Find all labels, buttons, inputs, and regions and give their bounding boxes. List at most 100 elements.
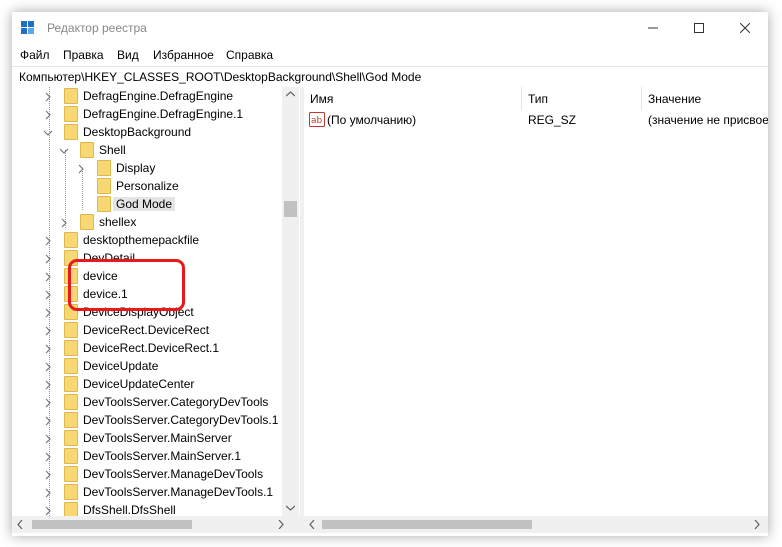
folder-icon [64,232,78,248]
scroll-up-icon[interactable] [286,91,295,97]
tree-vertical-scrollbar[interactable] [282,87,299,516]
tree-item[interactable]: DevToolsServer.ManageDevTools.1 [43,483,273,501]
registry-editor-window: Редактор реестра Файл Правка Вид Избранн… [12,12,768,536]
chevron-right-icon[interactable] [43,433,53,444]
tree-item[interactable]: DevToolsServer.CategoryDevTools [43,393,268,411]
tree-item[interactable]: DevToolsServer.ManageDevTools [43,465,263,483]
chevron-right-icon[interactable] [43,109,53,120]
tree-item[interactable]: DeviceRect.DeviceRect [43,321,209,339]
column-header-name[interactable]: Имя [304,87,522,111]
tree-item-label: desktopthemepackfile [83,233,200,247]
chevron-right-icon[interactable] [43,415,53,426]
regedit-icon [21,21,34,34]
folder-icon [64,412,78,428]
tree-item-label: Display [116,161,156,175]
tree-item[interactable]: DefragEngine.DefragEngine.1 [43,105,243,123]
tree-item[interactable]: DefragEngine.DefragEngine [43,87,233,105]
tree-item-label: DevToolsServer.CategoryDevTools [83,395,269,409]
chevron-right-icon[interactable] [43,451,53,462]
chevron-right-icon[interactable] [43,289,53,300]
folder-icon [64,124,78,140]
tree-item-label: shellex [99,215,137,229]
address-path[interactable]: Компьютер\HKEY_CLASSES_ROOT\DesktopBackg… [19,70,421,84]
column-header-type[interactable]: Тип [522,87,642,111]
chevron-right-icon[interactable] [43,271,53,282]
menu-file[interactable]: Файл [20,48,50,62]
column-header-data[interactable]: Значение [642,87,768,111]
tree-item[interactable]: DevToolsServer.MainServer [43,429,232,447]
tree-item[interactable]: God Mode [76,195,176,213]
tree-scroll-thumb[interactable] [284,201,297,217]
menu-favorites[interactable]: Избранное [153,48,214,62]
string-value-icon: ab [309,112,325,127]
chevron-right-icon[interactable] [43,235,53,246]
chevron-right-icon[interactable] [43,253,53,264]
value-name: (По умолчанию) [327,113,417,127]
tree-item[interactable]: DeviceUpdateCenter [43,375,194,393]
tree-item-label: DefragEngine.DefragEngine.1 [83,107,244,121]
values-horizontal-scrollbar[interactable] [304,516,768,533]
chevron-right-icon[interactable] [43,343,53,354]
tree-item[interactable]: desktopthemepackfile [43,231,199,249]
chevron-down-icon[interactable] [43,127,53,137]
close-button[interactable] [722,12,768,44]
tree-item-label: Shell [99,143,126,157]
address-bar[interactable]: Компьютер\HKEY_CLASSES_ROOT\DesktopBackg… [12,66,768,88]
menu-bar: Файл Правка Вид Избранное Справка [12,44,768,66]
folder-icon [97,196,111,212]
folder-icon [80,214,94,230]
chevron-right-icon[interactable] [43,307,53,318]
values-hscroll-thumb[interactable] [322,520,532,529]
menu-view[interactable]: Вид [117,48,139,62]
tree-item[interactable]: Shell [59,141,126,159]
tree-item[interactable]: DevToolsServer.CategoryDevTools.1 [43,411,278,429]
tree-item-label: DevToolsServer.MainServer [83,431,232,445]
chevron-right-icon[interactable] [76,163,86,174]
scroll-down-icon[interactable] [286,505,295,511]
scroll-left-icon[interactable] [17,520,23,529]
chevron-right-icon[interactable] [43,487,53,498]
tree-item[interactable]: DeviceRect.DeviceRect.1 [43,339,219,357]
scroll-right-icon[interactable] [754,520,760,529]
value-data: (значение не присвоено) [648,113,768,127]
tree-item-label: DevToolsServer.ManageDevTools.1 [83,485,274,499]
menu-edit[interactable]: Правка [63,48,104,62]
chevron-right-icon[interactable] [43,361,53,372]
god-mode-highlight [68,259,185,311]
tree-item-label: DeviceUpdateCenter [83,377,195,391]
scroll-left-icon[interactable] [309,520,315,529]
chevron-right-icon[interactable] [43,397,53,408]
chevron-right-icon[interactable] [43,325,53,336]
tree-item-label: DevToolsServer.ManageDevTools [83,467,264,481]
folder-icon [97,160,111,176]
tree-item[interactable]: Display [76,159,155,177]
chevron-right-icon[interactable] [43,379,53,390]
folder-icon [64,448,78,464]
tree-item-label: DeviceRect.DeviceRect.1 [83,341,220,355]
folder-icon [64,484,78,500]
close-icon [740,23,750,33]
scroll-right-icon[interactable] [278,520,284,529]
maximize-button[interactable] [676,12,722,44]
chevron-down-icon[interactable] [59,145,69,155]
chevron-right-icon[interactable] [43,91,53,102]
tree-item[interactable]: DeviceUpdate [43,357,158,375]
tree-item[interactable]: DevToolsServer.MainServer.1 [43,447,241,465]
chevron-right-icon[interactable] [43,505,53,516]
folder-icon [64,430,78,446]
tree-item-label: DevToolsServer.MainServer.1 [83,449,242,463]
tree-item[interactable]: shellex [59,213,136,231]
tree-item-label: DeviceRect.DeviceRect [83,323,210,337]
tree-hscroll-thumb[interactable] [32,520,192,529]
chevron-right-icon[interactable] [43,469,53,480]
menu-help[interactable]: Справка [226,48,273,62]
key-tree-pane[interactable]: DefragEngine.DefragEngine DefragEngine.De… [12,87,300,533]
tree-horizontal-scrollbar[interactable] [12,516,300,533]
tree-item[interactable]: Personalize [76,177,179,195]
value-row[interactable]: ab (По умолчанию) REG_SZ (значение не пр… [304,111,768,129]
minimize-button[interactable] [630,12,676,44]
tree-item[interactable]: DesktopBackground [43,123,191,141]
values-list-pane[interactable]: Имя Тип Значение ab (По умолчанию) REG_S… [304,87,768,533]
chevron-right-icon[interactable] [59,217,69,228]
